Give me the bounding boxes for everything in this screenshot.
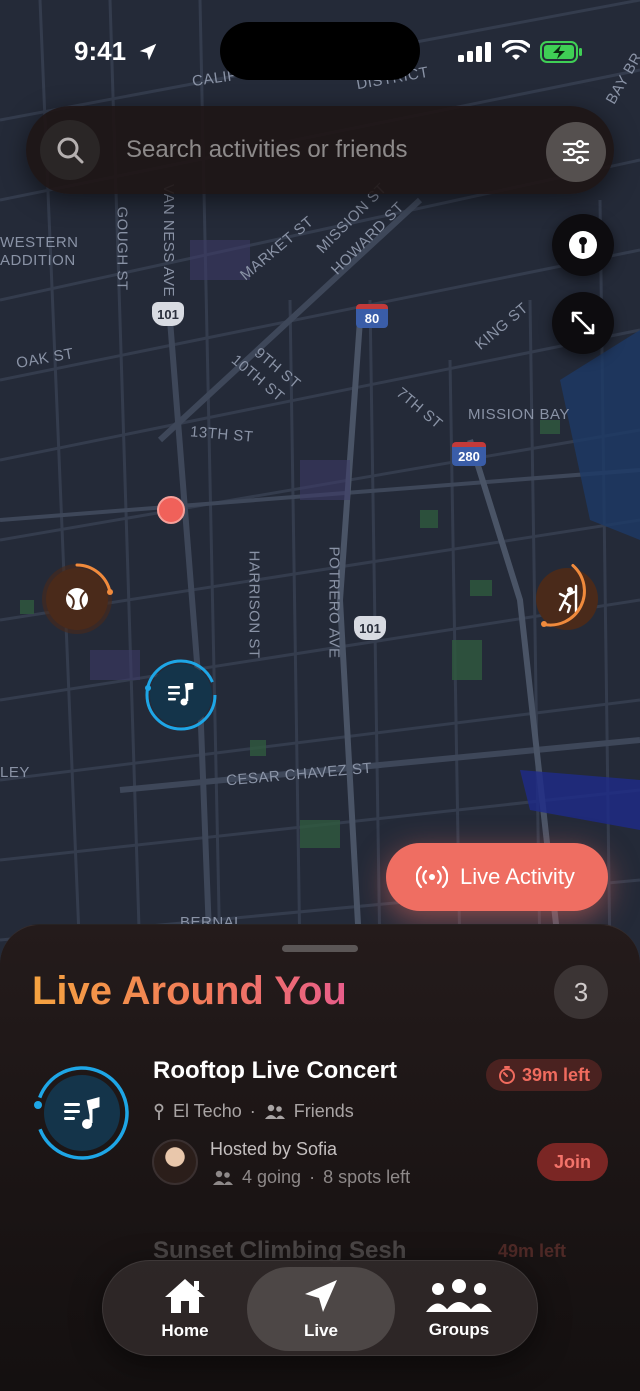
expand-arrows-icon [571,311,595,335]
location-pin-icon [154,1103,164,1120]
battery-charging-icon [540,41,582,63]
broadcast-icon [416,866,448,888]
people-icon [426,1279,492,1312]
timer-icon [499,1066,515,1084]
pin-icon [569,231,597,259]
cellular-signal-icon [458,42,491,62]
tab-bar: Home Live Groups [102,1260,538,1356]
i80-shield: 80 [356,304,388,328]
host-avatar [152,1139,198,1185]
friends-icon [264,1104,285,1119]
attendance-row: 4 going · 8 spots left [212,1167,410,1188]
map-label-gough-st: GOUGH ST [113,206,131,291]
expand-map-button[interactable] [552,292,614,354]
tab-live[interactable]: Live [247,1267,395,1351]
live-activity-label: Live Activity [460,864,575,889]
status-bar: 9:41 [0,0,640,100]
pin-progress-ring [75,563,113,595]
location-arrow-icon [140,43,157,61]
map-label-potrero-ave: POTRERO AVE [325,546,343,659]
house-icon [165,1279,205,1313]
tab-groups-label: Groups [428,1320,490,1339]
activity-title: Rooftop Live Concert [153,1057,397,1084]
people-icon [213,1170,233,1185]
us101-shield-a: 101 [152,302,184,326]
i280-shield: 280 [452,442,486,466]
spots-left: 8 spots left [323,1167,411,1187]
us101-shield-b: 101 [354,616,386,640]
location-arrow-icon [305,1280,337,1312]
join-button[interactable]: Join [537,1143,608,1181]
tab-live-label: Live [303,1321,339,1340]
wifi-icon [502,40,530,60]
map-pin-button[interactable] [552,214,614,276]
live-activity-button[interactable]: Live Activity [386,843,608,911]
host-label: Hosted by Sofia [210,1139,338,1159]
pin-progress-ring [541,564,586,627]
dynamic-island [220,22,420,80]
status-time: 9:41 [74,36,159,67]
separator-dot: · [249,1101,256,1121]
tab-groups[interactable]: Groups [391,1267,527,1351]
current-location-dot [157,496,185,524]
pin-progress-ring [145,659,217,731]
climbing-activity-pin[interactable] [536,564,598,630]
music-activity-icon [34,1066,129,1160]
map-label-ley: LEY [0,764,30,781]
map-label-van-ness: VAN NESS AVE [160,184,177,297]
map-label-harrison-st: HARRISON ST [245,550,263,659]
time-left-badge: 39m left [486,1059,603,1091]
sheet-grabber[interactable] [282,945,358,952]
activity-count-badge: 3 [554,965,608,1019]
map-label-mission-bay: MISSION BAY [468,406,570,423]
time-left-text: 39m left [522,1064,591,1085]
sliders-icon [562,140,590,164]
going-count: 4 going [242,1167,302,1187]
activity-visibility: Friends [293,1101,354,1121]
tab-home[interactable]: Home [117,1267,253,1351]
status-time-text: 9:41 [74,36,127,66]
music-activity-pin[interactable] [145,659,217,731]
tennis-activity-pin[interactable] [46,563,113,630]
map-label-western-addition: WESTERN ADDITION [0,234,79,269]
activity-location: El Techo [173,1101,242,1121]
search-bar[interactable]: Search activities or friends [26,106,614,194]
separator-dot: · [309,1167,316,1187]
filter-button[interactable] [546,122,606,182]
tab-home-label: Home [161,1321,209,1340]
search-input[interactable]: Search activities or friends [126,136,407,164]
time-left-text: 49m left [498,1241,567,1261]
search-icon [40,120,100,180]
activity-meta: El Techo · Friends [153,1101,354,1122]
sheet-title: Live Around You [32,969,347,1013]
